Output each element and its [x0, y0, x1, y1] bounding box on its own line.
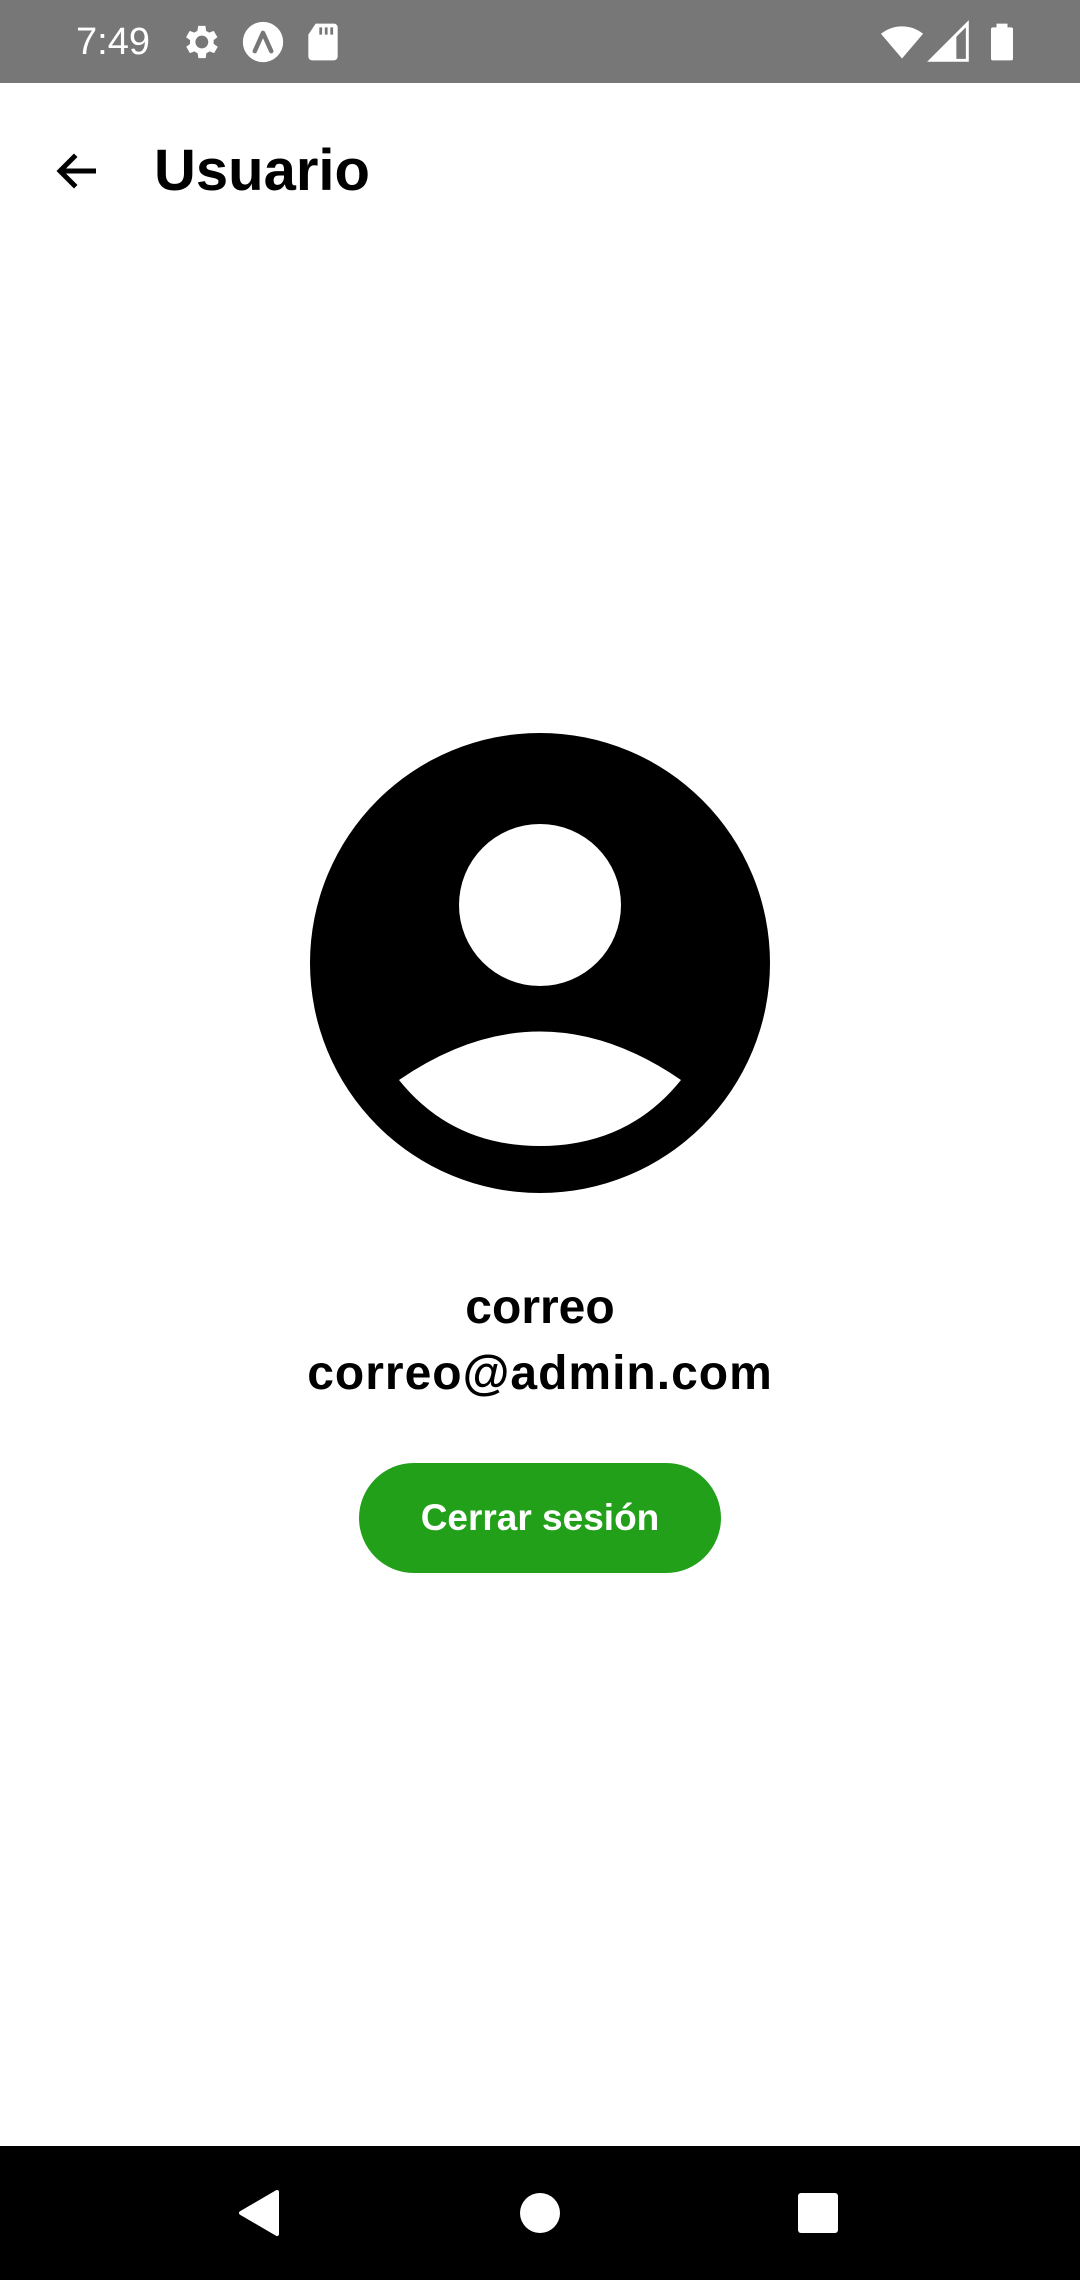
- app-bar: Usuario: [0, 83, 1080, 257]
- page-title: Usuario: [154, 138, 370, 203]
- battery-icon: [980, 20, 1024, 64]
- nav-home-button[interactable]: [500, 2173, 580, 2253]
- recents-square-icon: [798, 2193, 838, 2233]
- nav-recents-button[interactable]: [778, 2173, 858, 2253]
- signal-icon: [927, 20, 971, 64]
- status-bar: 7:49: [0, 0, 1080, 83]
- wifi-icon: [878, 20, 926, 64]
- back-button[interactable]: [40, 133, 116, 209]
- home-circle-icon: [520, 2193, 560, 2233]
- arrow-left-icon: [56, 153, 96, 189]
- sd-card-icon: [301, 20, 345, 64]
- status-time: 7:49: [76, 21, 150, 63]
- account-circle-icon: [310, 733, 770, 1193]
- a-circle-icon: [241, 20, 285, 64]
- user-name: correo: [465, 1281, 615, 1334]
- gear-icon: [178, 20, 222, 64]
- logout-button[interactable]: Cerrar sesión: [359, 1463, 721, 1573]
- screen: 7:49 Usuario correo correo@admin.com Cer…: [0, 0, 1080, 2280]
- navigation-bar: [0, 2146, 1080, 2280]
- nav-back-button[interactable]: [218, 2173, 298, 2253]
- back-triangle-icon: [239, 2190, 279, 2236]
- user-email: correo@admin.com: [307, 1347, 773, 1400]
